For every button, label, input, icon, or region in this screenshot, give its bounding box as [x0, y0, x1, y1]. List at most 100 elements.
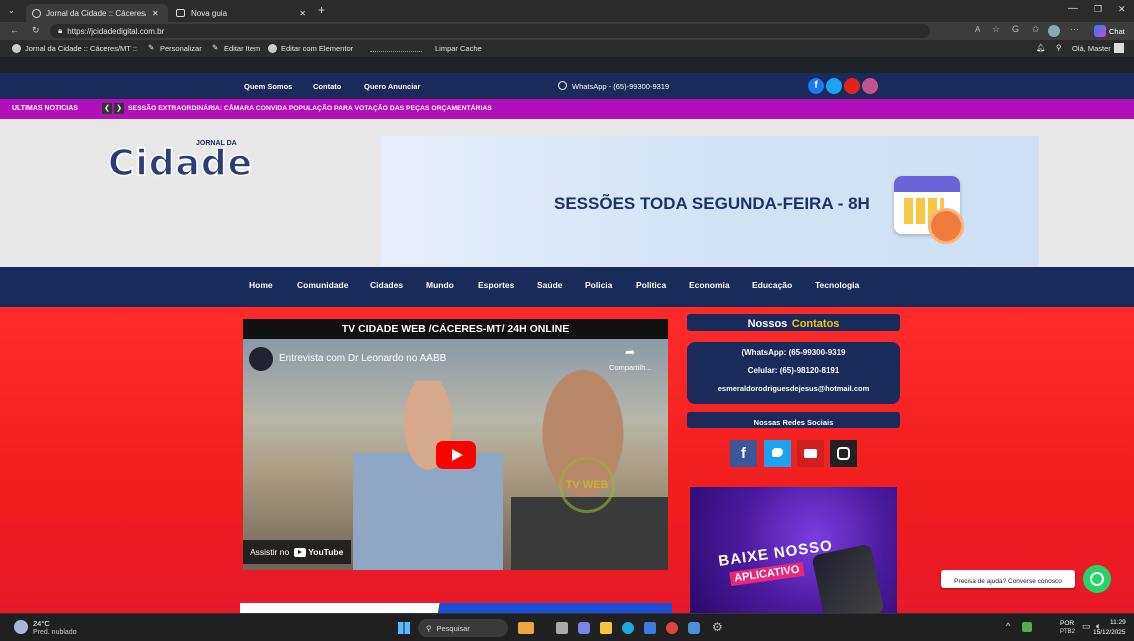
chrome-icon[interactable] [666, 622, 678, 634]
whatsapp-chat-button[interactable] [1083, 565, 1111, 593]
nav-policia[interactable]: Policia [585, 280, 612, 290]
play-button[interactable] [436, 441, 476, 469]
video-title[interactable]: Entrevista com Dr Leonardo no AABB [279, 353, 446, 364]
clock-time[interactable]: 11:29 [1110, 619, 1126, 626]
contact-whatsapp[interactable]: (WhatsApp: (65-99300-9319 [687, 348, 900, 357]
url-field[interactable]: 🔒︎ https://jcidadedigital.com.br [50, 24, 930, 38]
url-text: https://jcidadedigital.com.br [67, 26, 165, 36]
wp-edit-item[interactable]: Editar Item [224, 44, 260, 53]
contact-cell[interactable]: Celular: (65)-98120-8191 [687, 366, 900, 375]
favorites-icon[interactable]: ✩ [1032, 24, 1040, 35]
wp-site-name[interactable]: Jornal da Cidade :: Cáceres/MT :: [25, 44, 137, 53]
nav-comunidade[interactable]: Comunidade [297, 280, 348, 290]
site-header: JORNAL DA Cidade SESSÕES TODA SEGUNDA-FE… [0, 119, 1134, 267]
bell-icon[interactable]: 🔔︎ [1036, 43, 1046, 52]
social-youtube-button[interactable] [797, 440, 824, 467]
explorer-icon[interactable] [600, 622, 612, 634]
youtube-logo-icon [294, 547, 307, 557]
start-icon[interactable] [398, 622, 410, 634]
weather-temp[interactable]: 24°C [33, 619, 50, 628]
phone-graphic [811, 543, 885, 613]
lang-secondary[interactable]: PTB2 [1060, 629, 1075, 635]
bottom-card-strip [240, 603, 672, 613]
ticker-label: ULTIMAS NOTICIAS [12, 105, 78, 112]
nav-tecnologia[interactable]: Tecnologia [815, 280, 859, 290]
wp-logo-icon[interactable] [12, 44, 21, 53]
help-chat-bubble[interactable]: Precisa de ajuda? Converse conosco [941, 570, 1075, 588]
social-twitter-button[interactable] [764, 440, 791, 467]
refresh-icon[interactable]: ↻ [32, 25, 40, 36]
avatar[interactable] [1114, 43, 1124, 53]
taskbar-search[interactable]: ⚲ Pesquisar [418, 619, 508, 637]
youtube-player[interactable]: Entrevista com Dr Leonardo no AABB ➦ Com… [243, 339, 668, 570]
social-instagram-button[interactable] [830, 440, 857, 467]
weather-desc[interactable]: Pred. nublado [33, 629, 77, 636]
site-logo[interactable]: JORNAL DA Cidade [106, 137, 284, 185]
tray-app-icon[interactable] [1022, 622, 1032, 632]
ticker-next-button[interactable]: ❯ [114, 103, 124, 114]
nav-cidades[interactable]: Cidades [370, 280, 403, 290]
wp-greeting[interactable]: Olá, Master [1072, 44, 1111, 53]
minimize-icon[interactable]: — [1068, 3, 1078, 14]
tab-jornal[interactable]: Jornal da Cidade :: Cáceres/MT :: ✕ [26, 4, 168, 22]
nav-home[interactable]: Home [249, 280, 273, 290]
close-tab-icon[interactable]: ✕ [152, 9, 159, 18]
widgets-icon[interactable] [518, 622, 534, 634]
twitter-icon[interactable] [826, 78, 842, 94]
topnav-quem-somos[interactable]: Quem Somos [244, 82, 292, 91]
back-icon[interactable]: ← [10, 25, 19, 35]
share-label[interactable]: Compartilh... [609, 363, 652, 372]
taskview-icon[interactable] [556, 622, 568, 634]
store-icon[interactable] [644, 622, 656, 634]
topnav-whatsapp[interactable]: WhatsApp - (65)-99300-9319 [572, 82, 669, 91]
search-icon[interactable]: ⚲ [1056, 43, 1062, 52]
youtube-icon[interactable] [844, 78, 860, 94]
contact-email[interactable]: esmeraldorodriguesdejesus@hotmail.com [687, 384, 900, 393]
lang-primary[interactable]: POR [1060, 620, 1074, 627]
social-facebook-button[interactable]: f [730, 440, 757, 467]
copilot-icon[interactable]: G [1012, 24, 1019, 34]
wp-admin-spacer [0, 57, 1134, 73]
watch-on-youtube-button[interactable]: Assistir no YouTube [243, 540, 351, 564]
clock-date[interactable]: 15/12/2025 [1093, 629, 1126, 636]
chat-button[interactable]: Chat [1094, 25, 1125, 37]
nav-educacao[interactable]: Educação [752, 280, 792, 290]
more-icon[interactable]: ··· [1070, 24, 1079, 34]
nav-economia[interactable]: Economia [689, 280, 730, 290]
topnav-quero-anunciar[interactable]: Quero Anunciar [364, 82, 420, 91]
new-tab-button[interactable]: + [318, 3, 325, 17]
facebook-icon[interactable]: f [808, 78, 824, 94]
tray-arrow-icon[interactable]: ^ [1006, 621, 1010, 631]
ticker-headline[interactable]: SESSÃO EXTRAORDINÁRIA: CÂMARA CONVIDA PO… [128, 105, 492, 112]
maximize-icon[interactable]: ❐ [1094, 4, 1102, 15]
tab-nova-guia[interactable]: Nova guia ✕ [170, 4, 312, 22]
news-ticker: ULTIMAS NOTICIAS ❮ ❯ SESSÃO EXTRAORDINÁR… [0, 99, 1134, 119]
watermark-text: TV WEB [565, 479, 609, 491]
app-icon[interactable] [688, 622, 700, 634]
network-icon[interactable]: ▭ [1082, 621, 1091, 632]
ticker-prev-button[interactable]: ❮ [102, 103, 112, 114]
favorite-star-icon[interactable]: ☆ [992, 24, 1000, 35]
weather-icon[interactable] [14, 620, 28, 634]
edge-icon[interactable] [622, 622, 634, 634]
close-tab-icon[interactable]: ✕ [299, 9, 306, 18]
app-download-banner[interactable]: BAIXE NOSSO APLICATIVO [690, 487, 897, 613]
close-window-icon[interactable]: ✕ [1118, 4, 1126, 15]
nav-politica[interactable]: Politica [636, 280, 666, 290]
read-aloud-icon[interactable]: A [975, 25, 980, 34]
nav-esportes[interactable]: Esportes [478, 280, 514, 290]
teams-icon[interactable] [578, 622, 590, 634]
tv-section-title: TV CIDADE WEB /CÁCERES-MT/ 24H ONLINE [243, 319, 668, 339]
profile-avatar[interactable] [1048, 25, 1060, 37]
share-icon[interactable]: ➦ [625, 345, 635, 359]
nav-saude[interactable]: Saúde [537, 280, 563, 290]
nav-mundo[interactable]: Mundo [426, 280, 454, 290]
wp-customize[interactable]: Personalizar [160, 44, 202, 53]
instagram-icon[interactable] [862, 78, 878, 94]
tab-actions-icon[interactable]: ⌄ [8, 6, 15, 15]
wp-clear-cache[interactable]: Limpar Cache [435, 44, 482, 53]
topnav-contato[interactable]: Contato [313, 82, 341, 91]
settings-icon[interactable]: ⚙ [712, 620, 723, 634]
sessions-banner[interactable]: SESSÕES TODA SEGUNDA-FEIRA - 8H [381, 136, 1039, 266]
wp-edit-elementor[interactable]: Editar com Elementor [281, 44, 353, 53]
